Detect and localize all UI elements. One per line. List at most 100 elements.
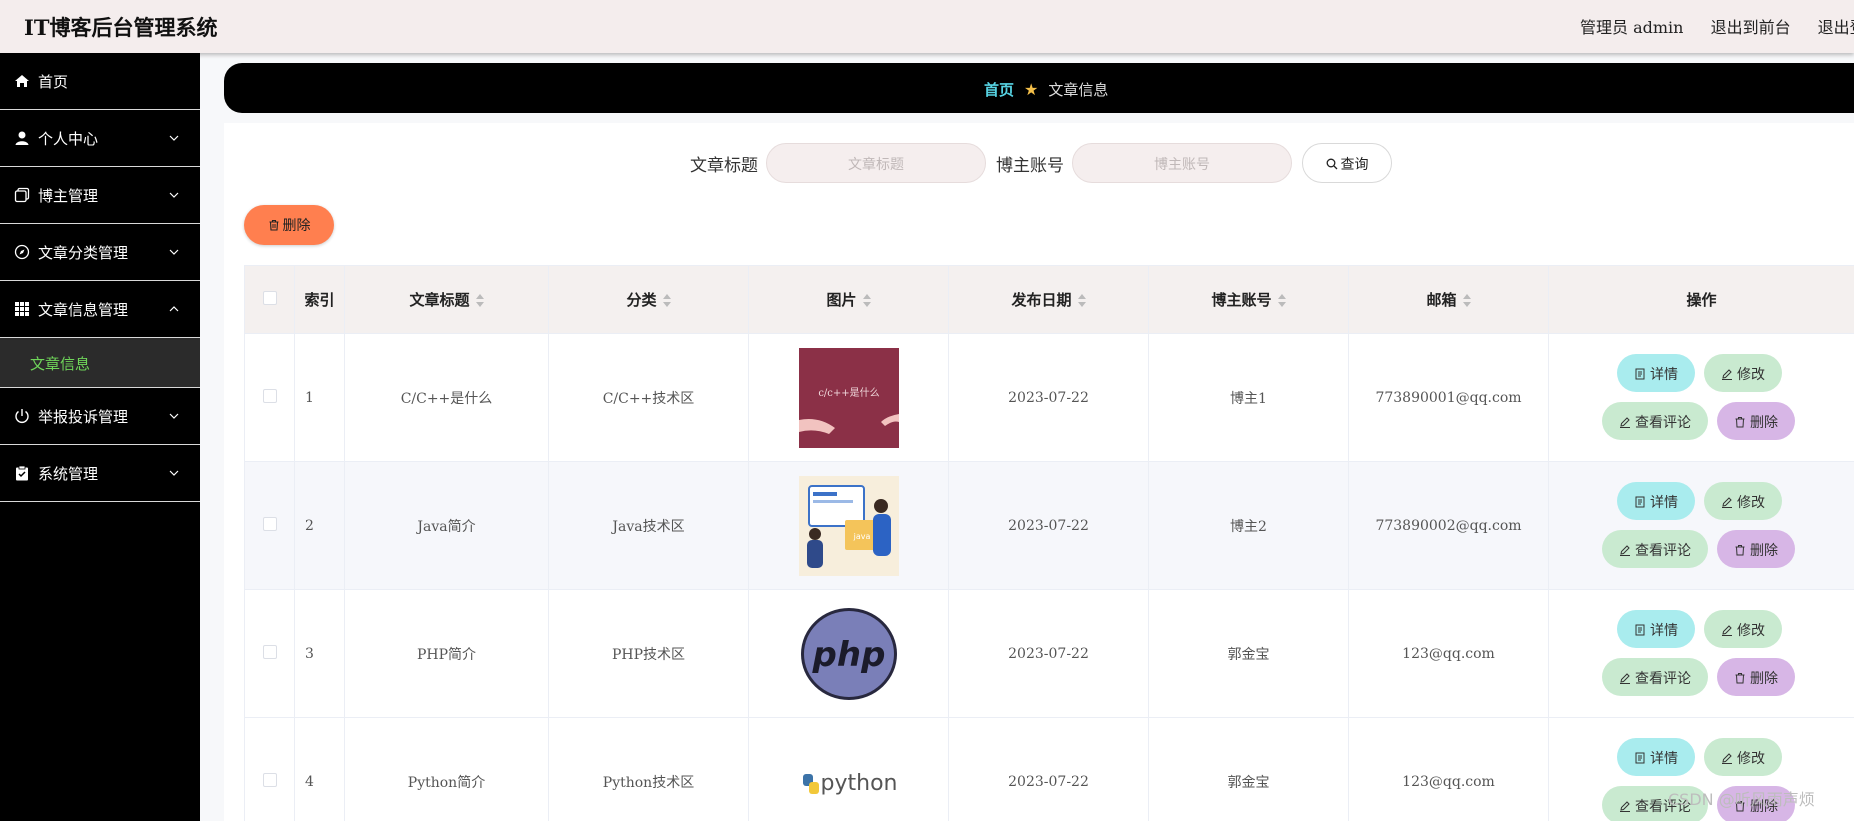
- logout-link[interactable]: 退出登录: [1818, 14, 1854, 38]
- breadcrumb-home[interactable]: 首页: [984, 81, 1014, 99]
- sidebar-item-home[interactable]: 首页: [0, 53, 200, 110]
- col-title[interactable]: 文章标题: [344, 265, 549, 334]
- view-comments-button[interactable]: 查看评论: [1602, 401, 1708, 440]
- main-area: 首页 ★ 文章信息 文章标题 文章标题 博主账号 博主账号 查询 删除 索引 文章标…: [200, 53, 1854, 821]
- edit-icon: [1722, 368, 1732, 380]
- title-search-input[interactable]: 文章标题: [766, 143, 986, 183]
- view-comments-button[interactable]: 查看评论: [1602, 529, 1708, 568]
- view-comments-label: 查看评论: [1635, 542, 1691, 559]
- delete-label: 删除: [1750, 542, 1778, 559]
- article-thumbnail[interactable]: php: [798, 603, 899, 704]
- row-checkbox[interactable]: [262, 772, 277, 787]
- col-image[interactable]: 图片: [748, 265, 949, 334]
- row-checkbox[interactable]: [262, 644, 277, 659]
- col-email-label: 邮箱: [1426, 291, 1457, 309]
- edit-icon: [1722, 496, 1732, 508]
- query-button-label: 查询: [1340, 157, 1369, 173]
- account-search-input[interactable]: 博主账号: [1072, 143, 1292, 183]
- detail-button[interactable]: 详情: [1617, 353, 1695, 392]
- row-image-cell: python: [748, 717, 949, 821]
- trash-icon: [1735, 544, 1745, 555]
- account-search-label: 博主账号: [996, 156, 1064, 176]
- watermark: CSDN @听风雨声烦: [1668, 790, 1815, 809]
- edit-icon: [1620, 672, 1630, 684]
- row-account: 郭金宝: [1148, 589, 1349, 718]
- col-image-label: 图片: [826, 291, 857, 309]
- row-select-cell: [244, 717, 295, 821]
- sidebar-item-articles[interactable]: 文章信息管理: [0, 281, 200, 338]
- row-select-cell: [244, 333, 295, 462]
- content-panel: 文章标题 文章标题 博主账号 博主账号 查询 删除 索引 文章标题 分类 图片: [224, 123, 1854, 821]
- sort-icon[interactable]: [475, 294, 484, 308]
- sidebar-item-reports[interactable]: 举报投诉管理: [0, 388, 200, 445]
- row-title: PHP简介: [344, 589, 549, 718]
- sort-icon[interactable]: [1462, 294, 1471, 308]
- sort-icon[interactable]: [662, 294, 671, 308]
- delete-button[interactable]: 删除: [1717, 529, 1795, 568]
- detail-button[interactable]: 详情: [1617, 481, 1695, 520]
- row-date: 2023-07-22: [948, 333, 1149, 462]
- sidebar-item-categories[interactable]: 文章分类管理: [0, 224, 200, 281]
- batch-delete-button[interactable]: 删除: [244, 205, 334, 245]
- sort-icon[interactable]: [1277, 294, 1286, 308]
- to-front-link[interactable]: 退出到前台: [1711, 14, 1791, 38]
- edit-label: 修改: [1737, 494, 1765, 511]
- query-button[interactable]: 查询: [1302, 143, 1392, 183]
- article-thumbnail[interactable]: python: [798, 731, 899, 821]
- chevron-down-icon: [169, 470, 179, 476]
- col-category[interactable]: 分类: [548, 265, 749, 334]
- row-index: 4: [294, 717, 345, 821]
- row-select-cell: [244, 589, 295, 718]
- row-index: 1: [294, 333, 345, 462]
- col-title-label: 文章标题: [409, 291, 470, 309]
- col-email[interactable]: 邮箱: [1348, 265, 1549, 334]
- row-email: 123@qq.com: [1348, 589, 1549, 718]
- row-ops: 详情 修改 查看评论 删除: [1548, 589, 1854, 718]
- view-comments-button[interactable]: 查看评论: [1602, 657, 1708, 696]
- breadcrumb-current: 文章信息: [1048, 81, 1109, 99]
- detail-button[interactable]: 详情: [1617, 609, 1695, 648]
- row-select-cell: [244, 461, 295, 590]
- top-bar: IT博客后台管理系统 管理员 admin 退出到前台 退出登录: [0, 0, 1854, 53]
- delete-button[interactable]: 删除: [1717, 401, 1795, 440]
- copy-icon: [14, 187, 30, 203]
- detail-button[interactable]: 详情: [1617, 737, 1695, 776]
- view-comments-label: 查看评论: [1635, 414, 1691, 431]
- sidebar-subitem-article-info[interactable]: 文章信息: [0, 338, 200, 388]
- detail-label: 详情: [1650, 622, 1678, 639]
- col-date[interactable]: 发布日期: [948, 265, 1149, 334]
- detail-label: 详情: [1650, 494, 1678, 511]
- row-ops: 详情 修改 查看评论 删除: [1548, 333, 1854, 462]
- row-checkbox[interactable]: [262, 388, 277, 403]
- col-account-label: 博主账号: [1211, 291, 1272, 309]
- select-all-checkbox[interactable]: [262, 290, 277, 305]
- chevron-down-icon: [169, 413, 179, 419]
- sidebar-item-system[interactable]: 系统管理: [0, 445, 200, 502]
- sidebar-item-label: 举报投诉管理: [38, 408, 129, 426]
- row-ops: 详情 修改 查看评论 删除: [1548, 461, 1854, 590]
- edit-button[interactable]: 修改: [1704, 481, 1782, 520]
- sort-icon[interactable]: [862, 294, 871, 308]
- col-account[interactable]: 博主账号: [1148, 265, 1349, 334]
- document-icon: [1635, 752, 1645, 763]
- edit-button[interactable]: 修改: [1704, 353, 1782, 392]
- sidebar-item-bloggers[interactable]: 博主管理: [0, 167, 200, 224]
- row-category: PHP技术区: [548, 589, 749, 718]
- edit-button[interactable]: 修改: [1704, 609, 1782, 648]
- clipboard-icon: [16, 465, 28, 481]
- delete-button[interactable]: 删除: [1717, 657, 1795, 696]
- edit-button[interactable]: 修改: [1704, 737, 1782, 776]
- edit-label: 修改: [1737, 366, 1765, 383]
- table-row: 1 C/C++是什么 C/C++技术区 c/c++是什么 2023-07-22 …: [244, 333, 1854, 462]
- user-icon: [15, 131, 29, 145]
- document-icon: [1635, 368, 1645, 379]
- article-thumbnail[interactable]: java: [798, 475, 899, 576]
- delete-label: 删除: [1750, 670, 1778, 687]
- col-category-label: 分类: [626, 291, 657, 309]
- row-checkbox[interactable]: [262, 516, 277, 531]
- document-icon: [1635, 624, 1645, 635]
- sort-icon[interactable]: [1077, 294, 1086, 308]
- title-search-label: 文章标题: [690, 156, 758, 176]
- sidebar-item-profile[interactable]: 个人中心: [0, 110, 200, 167]
- article-thumbnail[interactable]: c/c++是什么: [798, 347, 899, 448]
